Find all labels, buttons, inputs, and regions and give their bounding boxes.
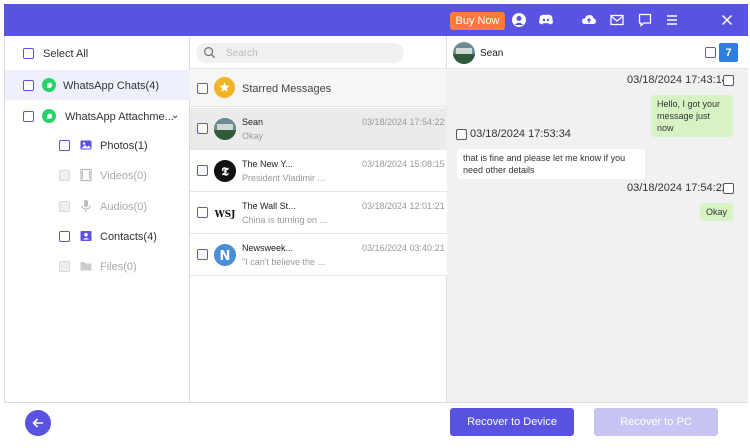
contacts-checkbox[interactable]	[59, 231, 70, 242]
microphone-icon	[79, 199, 93, 213]
search-input[interactable]	[226, 46, 396, 60]
message-checkbox[interactable]	[197, 123, 208, 134]
nyt-logo: 𝕿	[214, 160, 236, 182]
sean-avatar	[453, 42, 475, 64]
sidebar-item-whatsapp-attachments[interactable]: WhatsApp Attachme... ⌄	[5, 101, 190, 131]
wsj-logo: WSJ	[214, 202, 236, 224]
message-checkbox[interactable]	[197, 165, 208, 176]
sidebar-item-label: WhatsApp Attachme...	[65, 111, 174, 123]
attachment-label-audios: Audios(0)	[100, 201, 148, 213]
message-checkbox[interactable]	[197, 249, 208, 260]
svg-text:N: N	[220, 249, 231, 264]
buy-now-button[interactable]: Buy Now	[450, 12, 505, 30]
videos-checkbox[interactable]	[59, 170, 70, 181]
newsweek-logo: N	[214, 244, 236, 266]
sidebar-item-label: WhatsApp Chats(4)	[63, 80, 159, 92]
message-checkbox[interactable]	[456, 129, 467, 140]
message-timestamp: 03/18/2024 17:54:22	[627, 182, 728, 194]
starred-label: Starred Messages	[242, 83, 332, 95]
whatsapp-chats-checkbox[interactable]	[23, 80, 34, 91]
folder-icon	[79, 259, 93, 273]
message-preview: President Vladimir ...	[242, 173, 326, 183]
recover-to-device-button[interactable]: Recover to Device	[450, 408, 574, 436]
message-preview: Okay	[242, 131, 264, 141]
select-all-label: Select All	[43, 48, 89, 60]
message-preview: China is turning on ...	[242, 215, 328, 225]
list-item[interactable]: 𝕿 The New Y... President Vladimir ... 03…	[190, 150, 447, 192]
calendar-icon[interactable]: 7	[719, 43, 738, 62]
audios-checkbox[interactable]	[59, 201, 70, 212]
chevron-down-icon[interactable]: ⌄	[171, 110, 179, 121]
message-name: The New Y...	[242, 159, 293, 169]
mail-icon[interactable]	[608, 11, 626, 29]
user-icon[interactable]	[510, 11, 528, 29]
message-timestamp: 03/18/2024 17:43:14	[627, 74, 728, 86]
message-checkbox[interactable]	[723, 183, 734, 194]
attachment-label-contacts: Contacts(4)	[100, 231, 157, 243]
title-bar: Buy Now	[4, 4, 748, 36]
menu-icon[interactable]	[663, 11, 681, 29]
discord-icon[interactable]	[537, 11, 555, 29]
cloud-upload-icon[interactable]	[580, 11, 598, 29]
chat-bubble-incoming: that is fine and please let me know if y…	[457, 149, 645, 179]
message-time: 03/18/2024 17:54:22	[362, 117, 445, 127]
whatsapp-icon	[42, 109, 56, 123]
message-time: 03/18/2024 15:08:15	[362, 159, 445, 169]
attachment-label-videos: Videos(0)	[100, 170, 147, 182]
search-icon	[203, 46, 216, 62]
close-icon[interactable]	[718, 11, 736, 29]
starred-checkbox[interactable]	[197, 83, 208, 94]
list-item[interactable]: WSJ The Wall St... China is turning on .…	[190, 192, 447, 234]
message-name: Sean	[242, 117, 264, 127]
video-icon	[79, 168, 93, 182]
whatsapp-attachments-checkbox[interactable]	[23, 111, 34, 122]
starred-messages-row[interactable]: Starred Messages	[190, 68, 447, 107]
star-icon	[214, 77, 235, 98]
chat-select-checkbox[interactable]	[705, 47, 716, 58]
sidebar-item-whatsapp-chats[interactable]: WhatsApp Chats(4)	[5, 70, 190, 100]
recover-to-pc-button[interactable]: Recover to PC	[594, 408, 718, 436]
message-time: 03/18/2024 12:01:21	[362, 201, 445, 211]
message-name: The Wall St...	[242, 201, 296, 211]
chat-header: Sean 7	[447, 36, 748, 69]
search-box[interactable]	[196, 43, 404, 63]
photo-icon	[79, 138, 93, 152]
photos-checkbox[interactable]	[59, 140, 70, 151]
message-checkbox[interactable]	[723, 75, 734, 86]
feedback-icon[interactable]	[636, 11, 654, 29]
svg-text:WSJ: WSJ	[214, 210, 235, 220]
message-name: Newsweek...	[242, 243, 294, 253]
select-all-checkbox[interactable]	[23, 48, 34, 59]
message-time: 03/16/2024 03:40:21	[362, 243, 445, 253]
svg-text:𝕿: 𝕿	[221, 165, 229, 179]
list-item[interactable]: Sean Okay 03/18/2024 17:54:22	[190, 108, 447, 150]
calendar-day: 7	[725, 47, 732, 59]
message-checkbox[interactable]	[197, 207, 208, 218]
arrow-left-icon	[32, 418, 43, 428]
chat-bubble-outgoing: Hello, I got your message just now	[651, 95, 733, 137]
chat-contact-name: Sean	[480, 48, 504, 59]
list-item[interactable]: N Newsweek... "I can't believe the ... 0…	[190, 234, 447, 276]
files-checkbox[interactable]	[59, 261, 70, 272]
back-button[interactable]	[25, 410, 51, 436]
message-preview: "I can't believe the ...	[242, 257, 325, 267]
contact-card-icon	[79, 229, 93, 243]
whatsapp-icon	[42, 78, 56, 92]
attachment-label-photos: Photos(1)	[100, 140, 148, 152]
sean-avatar	[214, 118, 236, 140]
sidebar: Select All WhatsApp Chats(4) WhatsApp At…	[4, 36, 190, 402]
chat-bubble-outgoing: Okay	[700, 203, 734, 221]
message-timestamp: 03/18/2024 17:53:34	[470, 128, 571, 140]
attachment-label-files: Files(0)	[100, 261, 137, 273]
